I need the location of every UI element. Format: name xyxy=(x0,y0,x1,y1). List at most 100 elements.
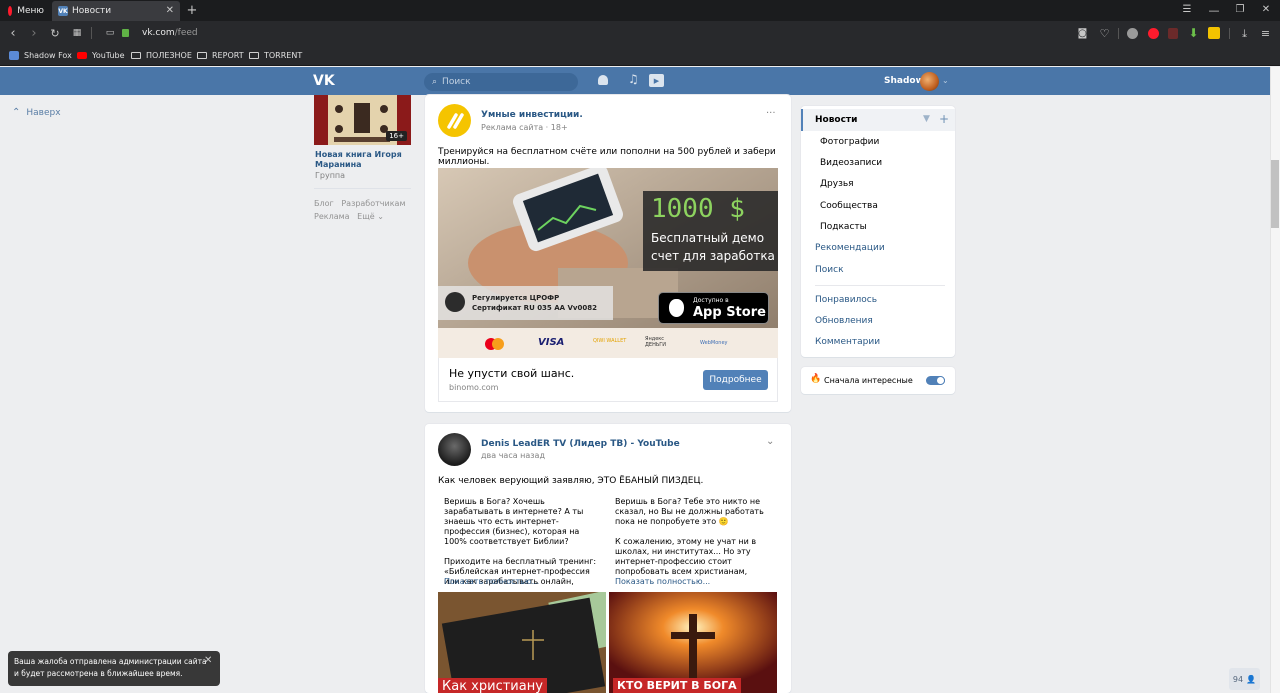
smart-feed-toggle[interactable] xyxy=(926,376,945,385)
divider xyxy=(1118,28,1119,39)
chat-icon xyxy=(9,51,19,60)
speed-dial-icon[interactable]: ▦ xyxy=(70,26,84,40)
tab-news[interactable]: VK Новости ✕ xyxy=(52,1,180,21)
repost-text-col2: Веришь в Бога? Тебе это никто не сказал,… xyxy=(615,497,775,577)
ad-image[interactable]: 1000 $ Бесплатный демо счет для заработк… xyxy=(438,168,778,358)
bookmark-folder-torrent[interactable]: TORRENT xyxy=(249,49,302,62)
repost-text-col1: Веришь в Бога? Хочешь зарабатывать в инт… xyxy=(444,497,602,587)
tab-close-icon[interactable]: ✕ xyxy=(166,6,174,16)
app-store-badge[interactable]: Доступно в App Store xyxy=(658,292,769,324)
url-path: /feed xyxy=(174,28,198,38)
qiwi-logo: QIWI WALLET xyxy=(593,338,627,344)
divider xyxy=(314,188,411,189)
chevron-down-icon[interactable]: ⌄ xyxy=(942,76,949,85)
advertiser-avatar[interactable] xyxy=(438,104,471,137)
back-to-top-label: Наверх xyxy=(26,107,61,118)
menu-item-search[interactable]: Поиск xyxy=(815,265,844,275)
restore-icon[interactable]: ❐ xyxy=(1233,3,1247,17)
extension-globe-icon[interactable] xyxy=(1127,28,1138,39)
post-more-icon[interactable]: ··· xyxy=(766,108,776,119)
user-name[interactable]: Shadow xyxy=(884,76,924,86)
vpn-badge-icon[interactable]: ▭ xyxy=(103,26,117,40)
bookmark-label: REPORT xyxy=(212,51,244,60)
new-tab-button[interactable]: + xyxy=(185,3,199,17)
show-more-link[interactable]: Показать полностью... xyxy=(615,577,710,587)
reload-icon[interactable]: ↻ xyxy=(48,26,62,40)
easy-setup-icon[interactable]: ≡ xyxy=(1259,27,1272,40)
menu-item-comments[interactable]: Комментарии xyxy=(815,337,880,347)
close-window-icon[interactable]: ✕ xyxy=(1259,3,1273,17)
footer-link-ads[interactable]: Реклама xyxy=(314,212,350,221)
minimize-icon[interactable]: — xyxy=(1207,3,1221,17)
post-author-link[interactable]: Denis LeadER TV (Лидер ТВ) - YouTube xyxy=(481,439,680,449)
menu-item-communities[interactable]: Сообщества xyxy=(820,201,878,211)
fire-icon: 🔥 xyxy=(810,374,822,384)
back-to-top-link[interactable]: ⌃ Наверх xyxy=(12,107,61,118)
scrollbar-thumb[interactable] xyxy=(1271,160,1279,228)
menu-item-updates[interactable]: Обновления xyxy=(815,316,873,326)
heart-icon[interactable]: ♡ xyxy=(1098,27,1111,40)
chevron-down-icon[interactable]: ⌄ xyxy=(766,436,774,447)
vk-favicon-icon: VK xyxy=(58,6,68,16)
online-count: 94 xyxy=(1232,674,1244,684)
post-author-link[interactable]: Умные инвестиции. xyxy=(481,110,583,120)
youtube-icon xyxy=(77,52,87,59)
menu-item-videos[interactable]: Видеозаписи xyxy=(820,158,882,168)
notifications-bell-icon[interactable] xyxy=(598,75,608,85)
show-more-link[interactable]: Показать полностью... xyxy=(444,577,539,587)
smart-feed-label: Сначала интересные xyxy=(824,376,913,385)
more-details-button[interactable]: Подробнее xyxy=(703,370,768,390)
search-icon: ⌕ xyxy=(432,77,438,87)
search-input[interactable]: ⌕ Поиск xyxy=(424,73,578,91)
footer-link-developers[interactable]: Разработчикам xyxy=(341,199,405,208)
opera-menu-button[interactable]: Меню xyxy=(2,1,50,21)
footer-link-more[interactable]: Ещё xyxy=(357,212,375,221)
footer-links: Блог Разработчикам xyxy=(314,199,406,208)
store-label-big: App Store xyxy=(693,305,766,320)
opera-extension-icon[interactable] xyxy=(1148,28,1159,39)
camera-icon[interactable]: ◙ xyxy=(1076,27,1089,40)
toast-close-icon[interactable]: ✕ xyxy=(204,655,212,666)
forward-icon[interactable]: › xyxy=(27,26,41,40)
toast-line-1: Ваша жалоба отправлена администрации сай… xyxy=(14,657,207,666)
bookmark-label: Shadow Fox xyxy=(24,51,72,60)
tab-menu-icon[interactable]: ☰ xyxy=(1180,3,1194,17)
filter-icon[interactable]: ▼ xyxy=(923,114,930,124)
menu-item-podcasts[interactable]: Подкасты xyxy=(820,222,867,232)
author-avatar[interactable] xyxy=(438,433,471,466)
ad-line-1: Бесплатный демо xyxy=(651,231,765,245)
menu-item-friends[interactable]: Друзья xyxy=(820,179,854,189)
vk-logo-icon[interactable]: VK xyxy=(313,73,335,89)
post-text: Как человек верующий заявляю, ЭТО ЁБАНЫЙ… xyxy=(438,476,704,486)
footer-link-blog[interactable]: Блог xyxy=(314,199,334,208)
post-image-bible[interactable]: Как христиану xyxy=(438,592,606,693)
menu-item-recommendations[interactable]: Рекомендации xyxy=(815,243,885,253)
music-icon[interactable]: ♫ xyxy=(628,72,639,86)
add-icon[interactable]: + xyxy=(939,112,949,126)
ad-link-title[interactable]: Не упусти свой шанс. xyxy=(449,367,574,380)
bookmark-label: ПОЛЕЗНОЕ xyxy=(146,51,192,60)
back-icon[interactable]: ‹ xyxy=(6,26,20,40)
post-image-cross[interactable]: КТО ВЕРИТ В БОГА xyxy=(609,592,777,693)
col1-paragraph-1: Веришь в Бога? Хочешь зарабатывать в инт… xyxy=(444,497,584,546)
bookmark-folder-useful[interactable]: ПОЛЕЗНОЕ xyxy=(131,49,192,62)
yandex-extension-icon[interactable] xyxy=(1208,27,1220,39)
bookmark-label: YouTube xyxy=(92,51,125,60)
menu-item-liked[interactable]: Понравилось xyxy=(815,295,877,305)
downloads-icon[interactable]: ⤓ xyxy=(1238,27,1251,40)
folder-icon xyxy=(131,52,141,59)
certificate-text: Сертификат RU 035 AA Vv0082 xyxy=(472,304,597,312)
download-extension-icon[interactable]: ⬇ xyxy=(1187,26,1200,40)
bookmark-folder-report[interactable]: REPORT xyxy=(197,49,244,62)
bookmark-shadow-fox[interactable]: Shadow Fox xyxy=(9,49,72,62)
shield-icon[interactable] xyxy=(1168,28,1178,39)
group-title-link[interactable]: Новая книга Игоря Маранина xyxy=(315,150,415,170)
group-cover-image[interactable]: 16+ xyxy=(314,95,411,145)
url-field[interactable]: vk.com/feed xyxy=(142,28,198,38)
avatar[interactable] xyxy=(920,72,939,91)
play-icon[interactable]: ▶ xyxy=(649,74,664,87)
footer-links: Реклама Ещё ⌄ xyxy=(314,212,384,221)
menu-item-photos[interactable]: Фотографии xyxy=(820,137,879,147)
online-friends-counter[interactable]: 94 👤 xyxy=(1229,668,1260,690)
bookmark-youtube[interactable]: YouTube xyxy=(77,49,125,62)
